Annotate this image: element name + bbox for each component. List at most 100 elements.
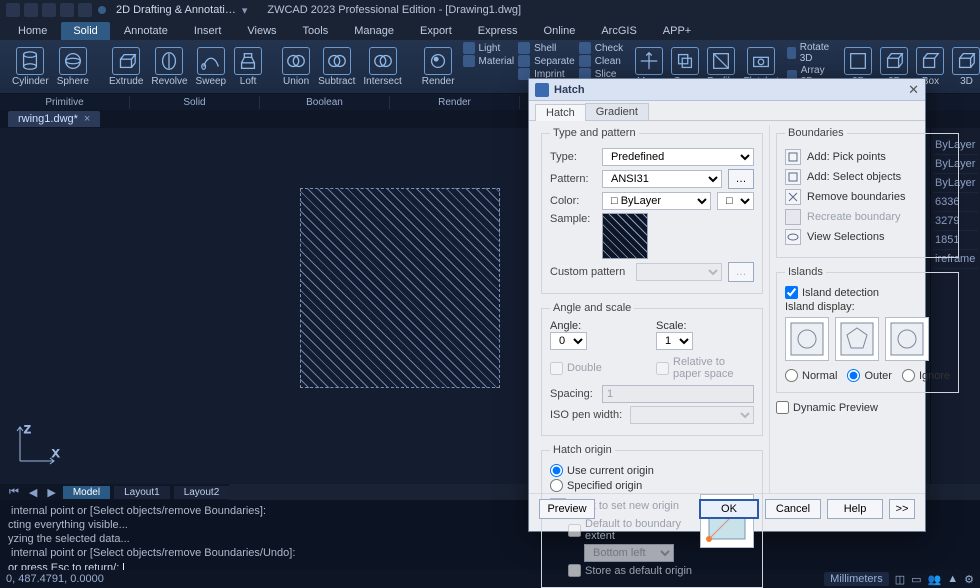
- layout-tab-layout2[interactable]: Layout2: [174, 486, 230, 499]
- menu-tab-annotate[interactable]: Annotate: [112, 22, 180, 40]
- menu-tab-express[interactable]: Express: [466, 22, 530, 40]
- menu-tab-app+[interactable]: APP+: [651, 22, 703, 40]
- close-icon[interactable]: ✕: [908, 82, 919, 98]
- render-tool[interactable]: Render: [422, 47, 455, 87]
- cancel-button[interactable]: Cancel: [765, 499, 821, 519]
- menu-tab-export[interactable]: Export: [408, 22, 464, 40]
- hatched-rectangle: [300, 188, 500, 388]
- double-checkbox: [550, 362, 563, 375]
- label: Outer: [864, 370, 892, 382]
- qat-save-icon[interactable]: [42, 3, 56, 17]
- pattern-label: Pattern:: [550, 173, 596, 185]
- chevron-down-icon[interactable]: ▾: [242, 4, 248, 17]
- menu-tab-tools[interactable]: Tools: [291, 22, 341, 40]
- dynamic-preview-checkbox[interactable]: [776, 401, 789, 414]
- tab-nav-first-icon[interactable]: ⏮: [6, 486, 22, 499]
- island-ignore-radio[interactable]: [902, 369, 915, 382]
- dialog-titlebar[interactable]: Hatch ✕: [529, 79, 925, 101]
- island-ignore-chip[interactable]: [885, 317, 929, 361]
- island-normal-chip[interactable]: [785, 317, 829, 361]
- preview-button[interactable]: Preview: [539, 499, 595, 519]
- sphere-tool[interactable]: Sphere: [57, 47, 89, 87]
- menu-tab-insert[interactable]: Insert: [182, 22, 234, 40]
- tab-nav-next-icon[interactable]: ▶: [44, 486, 58, 499]
- material-tool[interactable]: Material: [463, 55, 515, 67]
- menu-tab-arcgis[interactable]: ArcGIS: [589, 22, 648, 40]
- ok-button[interactable]: OK: [699, 499, 759, 519]
- menu-tab-manage[interactable]: Manage: [342, 22, 406, 40]
- status-people-icon[interactable]: 👥: [928, 573, 942, 586]
- expand-button[interactable]: >>: [889, 499, 915, 519]
- workspace-dropdown[interactable]: 2D Drafting & Annotati…: [116, 4, 236, 16]
- angle-select[interactable]: 0: [550, 332, 587, 350]
- qat-redo-icon[interactable]: [78, 3, 92, 17]
- specified-origin-radio[interactable]: [550, 479, 563, 492]
- check-tool[interactable]: Check: [579, 42, 623, 54]
- pattern-select[interactable]: ANSI31: [602, 170, 722, 188]
- subtract-tool[interactable]: Subtract: [318, 47, 355, 87]
- tab-hatch[interactable]: Hatch: [535, 104, 586, 121]
- dialog-title: Hatch: [554, 84, 585, 96]
- iso-select: [630, 406, 754, 424]
- add-pick-points-button[interactable]: Add: Pick points: [785, 149, 950, 165]
- extrude-tool[interactable]: Extrude: [109, 47, 143, 87]
- qat-new-icon[interactable]: [6, 3, 20, 17]
- status-toggle-icon[interactable]: ◫: [895, 573, 905, 586]
- command-prompt[interactable]: or press Esc to return/:: [8, 562, 972, 570]
- rotate-3d-tool[interactable]: Rotate 3D: [787, 42, 832, 64]
- color-bg-select[interactable]: □: [717, 192, 754, 210]
- menu-tab-home[interactable]: Home: [6, 22, 59, 40]
- type-select[interactable]: Predefined: [602, 148, 754, 166]
- 3d-tool[interactable]: 3D: [952, 47, 980, 87]
- help-button[interactable]: Help: [827, 499, 883, 519]
- qat-undo-icon[interactable]: [60, 3, 74, 17]
- remove-boundaries-button[interactable]: Remove boundaries: [785, 189, 950, 205]
- island-display-label: Island display:: [785, 301, 950, 313]
- status-gear-icon[interactable]: ⚙: [964, 573, 974, 586]
- document-tab[interactable]: rwing1.dwg* ×: [8, 111, 100, 127]
- tab-nav-prev-icon[interactable]: ◀: [26, 486, 40, 499]
- status-annotation-icon[interactable]: ▲: [947, 573, 958, 585]
- pattern-browse-button[interactable]: …: [728, 169, 754, 189]
- close-icon[interactable]: ×: [84, 113, 90, 125]
- light-tool[interactable]: Light: [463, 42, 515, 54]
- type-label: Type:: [550, 151, 596, 163]
- iso-label: ISO pen width:: [550, 409, 624, 421]
- group-label: Type and pattern: [550, 127, 639, 139]
- loft-tool[interactable]: Loft: [234, 47, 262, 87]
- command-history-line: yzing the selected data...: [8, 532, 972, 546]
- layout-tab-layout1[interactable]: Layout1: [114, 486, 170, 499]
- hatch-icon: [535, 83, 549, 97]
- status-toggle-icon[interactable]: ▭: [911, 573, 921, 586]
- cylinder-tool[interactable]: Cylinder: [12, 47, 49, 87]
- menu-tab-views[interactable]: Views: [235, 22, 288, 40]
- scale-select[interactable]: 1: [656, 332, 693, 350]
- add-select-objects-button[interactable]: Add: Select objects: [785, 169, 950, 185]
- qat-open-icon[interactable]: [24, 3, 38, 17]
- spacing-input: [602, 385, 754, 403]
- intersect-tool[interactable]: Intersect: [363, 47, 401, 87]
- tab-gradient[interactable]: Gradient: [585, 103, 649, 120]
- select-icon: [785, 169, 801, 185]
- sweep-tool[interactable]: Sweep: [196, 47, 227, 87]
- layout-tab-model[interactable]: Model: [63, 486, 110, 499]
- island-outer-radio[interactable]: [847, 369, 860, 382]
- island-detection-checkbox[interactable]: [785, 286, 798, 299]
- view-selections-button[interactable]: View Selections: [785, 229, 950, 245]
- island-normal-radio[interactable]: [785, 369, 798, 382]
- union-tool[interactable]: Union: [282, 47, 310, 87]
- svg-text:Z: Z: [24, 424, 31, 436]
- menu-tab-solid[interactable]: Solid: [61, 22, 109, 40]
- island-outer-chip[interactable]: [835, 317, 879, 361]
- shell-tool[interactable]: Shell: [518, 42, 575, 54]
- status-units[interactable]: Millimeters: [824, 572, 889, 586]
- sample-swatch[interactable]: [602, 213, 648, 259]
- revolve-tool[interactable]: Revolve: [151, 47, 187, 87]
- color-select[interactable]: □ ByLayer: [602, 192, 711, 210]
- default-boundary-label: Default to boundary extent: [585, 518, 694, 542]
- separate-tool[interactable]: Separate: [518, 55, 575, 67]
- use-current-origin-radio[interactable]: [550, 464, 563, 477]
- clean-tool[interactable]: Clean: [579, 55, 623, 67]
- menu-tab-online[interactable]: Online: [532, 22, 588, 40]
- group-label: Islands: [785, 266, 826, 278]
